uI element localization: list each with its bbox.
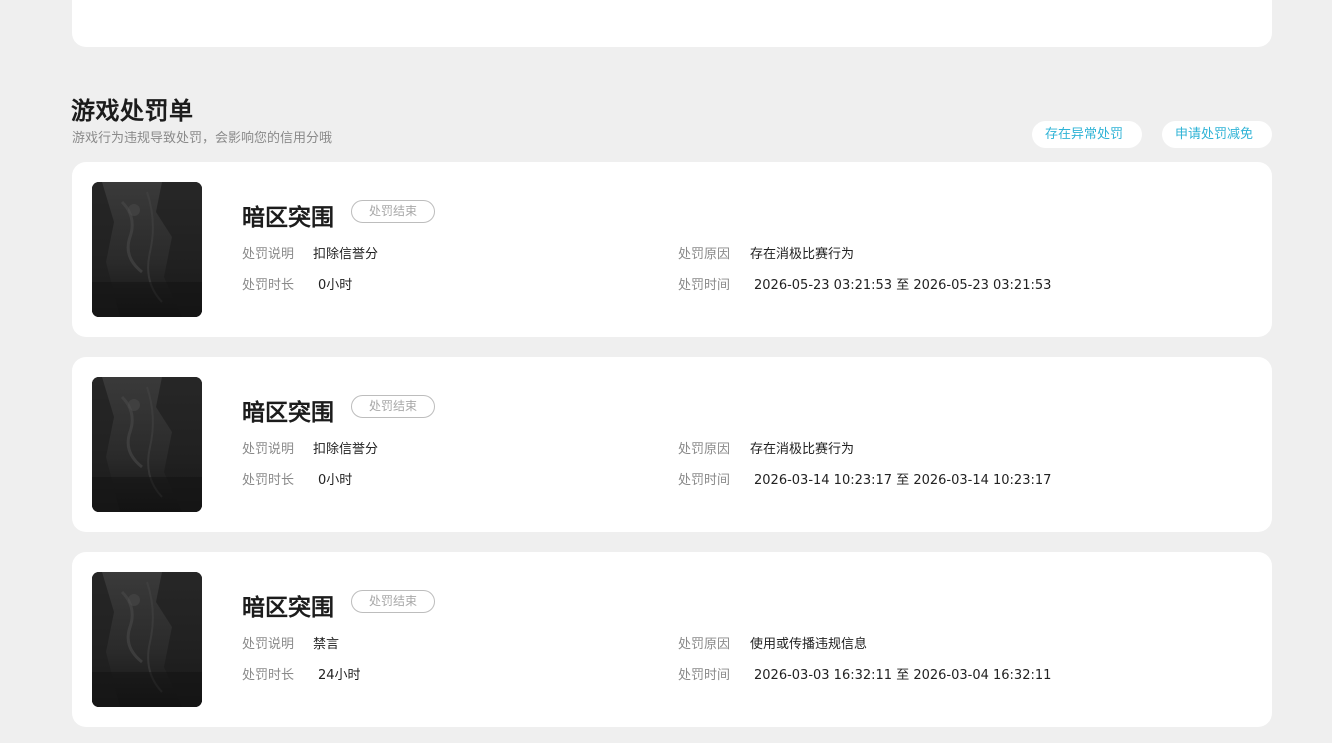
penalty-card: 暗区突围 处罚结束 处罚说明 禁言 处罚原因 使用或传播违规信息 处罚时长 24… bbox=[72, 552, 1272, 727]
penalty-card: 暗区突围 处罚结束 处罚说明 扣除信誉分 处罚原因 存在消极比赛行为 处罚时长 … bbox=[72, 357, 1272, 532]
penalty-time-value: 2026-05-23 03:21:53 至 2026-05-23 03:21:5… bbox=[754, 278, 1052, 293]
status-badge: 处罚结束 bbox=[351, 395, 435, 418]
penalty-card: 暗区突围 处罚结束 处罚说明 扣除信誉分 处罚原因 存在消极比赛行为 处罚时长 … bbox=[72, 162, 1272, 337]
game-name: 暗区突围 bbox=[242, 205, 334, 231]
penalty-duration-value: 0小时 bbox=[318, 278, 353, 293]
penalty-duration-label: 处罚时长 bbox=[242, 278, 295, 293]
game-cover-image bbox=[92, 377, 202, 512]
previous-section-card bbox=[72, 0, 1272, 47]
apply-reduction-button[interactable]: 申请处罚减免 bbox=[1162, 121, 1272, 148]
penalty-reason-value: 使用或传播违规信息 bbox=[750, 637, 868, 652]
penalty-duration-value: 0小时 bbox=[318, 473, 353, 488]
penalty-description-value: 禁言 bbox=[313, 637, 340, 652]
penalty-duration-value: 24小时 bbox=[318, 668, 361, 683]
status-badge: 处罚结束 bbox=[351, 590, 435, 613]
penalty-time-value: 2026-03-03 16:32:11 至 2026-03-04 16:32:1… bbox=[754, 668, 1052, 683]
penalty-time-value: 2026-03-14 10:23:17 至 2026-03-14 10:23:1… bbox=[754, 473, 1052, 488]
game-cover-image bbox=[92, 572, 202, 707]
penalty-description-value: 扣除信誉分 bbox=[313, 247, 379, 262]
penalty-description-value: 扣除信誉分 bbox=[313, 442, 379, 457]
penalty-description-label: 处罚说明 bbox=[242, 637, 295, 652]
penalty-time-label: 处罚时间 bbox=[678, 473, 731, 488]
game-cover-image bbox=[92, 182, 202, 317]
penalty-description-label: 处罚说明 bbox=[242, 442, 295, 457]
penalty-reason-label: 处罚原因 bbox=[678, 442, 731, 457]
penalty-reason-label: 处罚原因 bbox=[678, 247, 731, 262]
game-name: 暗区突围 bbox=[242, 400, 334, 426]
penalty-reason-label: 处罚原因 bbox=[678, 637, 731, 652]
penalty-reason-value: 存在消极比赛行为 bbox=[750, 247, 855, 262]
section-subtitle: 游戏行为违规导致处罚，会影响您的信用分哦 bbox=[72, 131, 333, 146]
section-title: 游戏处罚单 bbox=[71, 97, 194, 125]
report-anomaly-button[interactable]: 存在异常处罚 bbox=[1032, 121, 1142, 148]
penalty-time-label: 处罚时间 bbox=[678, 278, 731, 293]
penalty-duration-label: 处罚时长 bbox=[242, 668, 295, 683]
penalty-list: 暗区突围 处罚结束 处罚说明 扣除信誉分 处罚原因 存在消极比赛行为 处罚时长 … bbox=[72, 162, 1272, 743]
penalty-description-label: 处罚说明 bbox=[242, 247, 295, 262]
game-name: 暗区突围 bbox=[242, 595, 334, 621]
status-badge: 处罚结束 bbox=[351, 200, 435, 223]
penalty-duration-label: 处罚时长 bbox=[242, 473, 295, 488]
penalty-time-label: 处罚时间 bbox=[678, 668, 731, 683]
penalty-reason-value: 存在消极比赛行为 bbox=[750, 442, 855, 457]
page: 游戏处罚单 游戏行为违规导致处罚，会影响您的信用分哦 存在异常处罚 申请处罚减免 bbox=[0, 0, 1332, 743]
